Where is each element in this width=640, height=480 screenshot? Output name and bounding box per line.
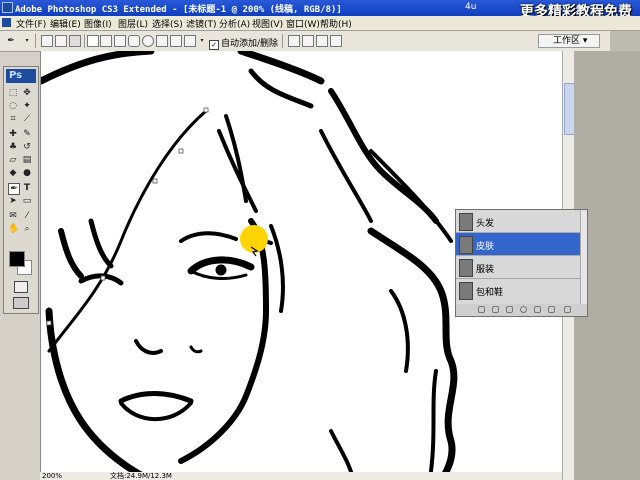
window-title: Adobe Photoshop CS3 Extended - [未标题-1 @ …	[15, 5, 342, 15]
rectangle-shape-button[interactable]	[114, 35, 126, 47]
screen-mode-icon[interactable]	[13, 297, 29, 309]
options-bar: ✒ ▾ ▾ ✓ 自动添加/删除 工作区 ▾	[0, 31, 640, 52]
new-group-icon[interactable]	[534, 306, 541, 313]
marquee-tool-icon[interactable]: ⬚	[8, 88, 18, 98]
status-bar: 200% 文档:24.9M/12.3M	[40, 472, 562, 480]
custom-shape-button[interactable]	[184, 35, 196, 47]
menu-analysis[interactable]: 分析(A)	[219, 17, 250, 30]
layer-row[interactable]: 头发	[456, 210, 587, 233]
lasso-tool-icon[interactable]: ◌	[8, 101, 18, 111]
slice-tool-icon[interactable]: ⟋	[22, 114, 32, 124]
menu-filter[interactable]: 滤镜(T)	[186, 17, 217, 30]
auto-add-delete-label: 自动添加/删除	[221, 39, 279, 49]
move-tool-icon[interactable]: ✥	[22, 88, 32, 98]
layer-thumbnail	[459, 236, 473, 254]
ellipse-button[interactable]	[142, 35, 154, 47]
brush-tool-icon[interactable]: ✎	[22, 129, 32, 139]
pen-tool-icon[interactable]: ✒	[8, 183, 20, 195]
checkbox-checked-icon[interactable]: ✓	[209, 40, 219, 50]
layer-name: 头发	[476, 219, 495, 229]
layers-panel: 头发 皮肤 服装 包和鞋	[455, 209, 588, 317]
path-subtract-button[interactable]	[302, 35, 314, 47]
clone-stamp-icon[interactable]: ♣	[8, 142, 18, 152]
freeform-pen-button[interactable]	[100, 35, 112, 47]
menu-view[interactable]: 视图(V)	[252, 17, 283, 30]
trash-icon[interactable]	[564, 306, 571, 313]
pen-mode-button[interactable]	[87, 35, 99, 47]
path-selection-icon[interactable]: ➤	[8, 196, 18, 206]
paths-button[interactable]	[55, 35, 67, 47]
ps-logo: Ps	[6, 69, 36, 83]
zoom-level[interactable]: 200%	[42, 472, 62, 480]
shape-layers-button[interactable]	[41, 35, 53, 47]
adjustment-layer-icon[interactable]	[520, 306, 527, 313]
line-button[interactable]	[170, 35, 182, 47]
document-info[interactable]: 文档:24.9M/12.3M	[110, 472, 172, 480]
layer-thumbnail	[459, 213, 473, 231]
link-layers-icon[interactable]	[478, 306, 485, 313]
gradient-tool-icon[interactable]: ▤	[22, 155, 32, 165]
eyedropper-icon[interactable]: ⁄	[22, 211, 32, 221]
menu-layer[interactable]: 图层(L)	[118, 17, 148, 30]
layer-row[interactable]: 包和鞋	[456, 279, 587, 302]
toolbox: Ps ⬚ ✥ ◌ ✦ ⌗ ⟋ ✚ ✎ ♣ ↺ ▱ ▤ ◆ ● ✒ T ➤ ▭ ✉…	[3, 66, 39, 314]
polygon-button[interactable]	[156, 35, 168, 47]
path-exclude-button[interactable]	[330, 35, 342, 47]
geometry-options-icon[interactable]: ▾	[197, 36, 207, 46]
magic-wand-icon[interactable]: ✦	[22, 101, 32, 111]
layer-name: 服装	[476, 265, 495, 275]
rectangle-tool-icon[interactable]: ▭	[22, 196, 32, 206]
fill-pixels-button[interactable]	[69, 35, 81, 47]
menu-image[interactable]: 图像(I)	[84, 17, 112, 30]
new-layer-icon[interactable]	[548, 306, 555, 313]
layers-scrollbar[interactable]	[580, 210, 587, 304]
layer-thumbnail	[459, 282, 473, 300]
zoom-tool-icon[interactable]: ⌕	[22, 224, 32, 234]
workspace-button[interactable]: 工作区 ▾	[538, 34, 600, 48]
menu-edit[interactable]: 编辑(E)	[50, 17, 81, 30]
workspace-label: 工作区	[553, 36, 581, 46]
layer-name: 包和鞋	[476, 288, 504, 298]
menu-file[interactable]: 文件(F)	[16, 17, 46, 30]
menu-bar: 文件(F) 编辑(E) 图像(I) 图层(L) 选择(S) 滤镜(T) 分析(A…	[0, 16, 640, 31]
path-intersect-button[interactable]	[316, 35, 328, 47]
crop-tool-icon[interactable]: ⌗	[8, 114, 18, 124]
healing-brush-icon[interactable]: ✚	[8, 129, 18, 139]
type-tool-icon[interactable]: T	[22, 183, 32, 193]
menu-window[interactable]: 窗口(W)	[286, 17, 320, 30]
layer-row[interactable]: 皮肤	[456, 233, 587, 256]
path-add-button[interactable]	[288, 35, 300, 47]
watermark-url: 4u	[465, 2, 477, 12]
preset-dropdown-icon[interactable]: ▾	[22, 36, 32, 46]
blur-tool-icon[interactable]: ◆	[8, 168, 18, 178]
title-bar: Adobe Photoshop CS3 Extended - [未标题-1 @ …	[0, 0, 640, 20]
layers-panel-footer	[456, 304, 587, 316]
layer-mask-icon[interactable]	[506, 306, 513, 313]
pen-tool-preset-icon[interactable]: ✒	[6, 36, 16, 46]
document-icon[interactable]	[2, 18, 11, 27]
foreground-color-swatch[interactable]	[9, 251, 25, 267]
history-brush-icon[interactable]: ↺	[22, 142, 32, 152]
menu-select[interactable]: 选择(S)	[152, 17, 183, 30]
hand-tool-icon[interactable]: ✋	[8, 224, 19, 234]
layer-name: 皮肤	[476, 242, 495, 252]
layer-row[interactable]: 服装	[456, 256, 587, 279]
layer-thumbnail	[459, 259, 473, 277]
layer-style-icon[interactable]	[492, 306, 499, 313]
dodge-tool-icon[interactable]: ●	[22, 168, 32, 178]
menu-help[interactable]: 帮助(H)	[320, 17, 352, 30]
rounded-rectangle-button[interactable]	[128, 35, 140, 47]
eraser-tool-icon[interactable]: ▱	[8, 155, 18, 165]
photoshop-app-icon[interactable]	[2, 2, 13, 13]
quick-mask-icon[interactable]	[14, 281, 28, 293]
auto-add-delete-checkbox[interactable]: ✓ 自动添加/删除	[209, 36, 278, 50]
palette-well	[610, 31, 640, 51]
notes-tool-icon[interactable]: ✉	[8, 211, 18, 221]
